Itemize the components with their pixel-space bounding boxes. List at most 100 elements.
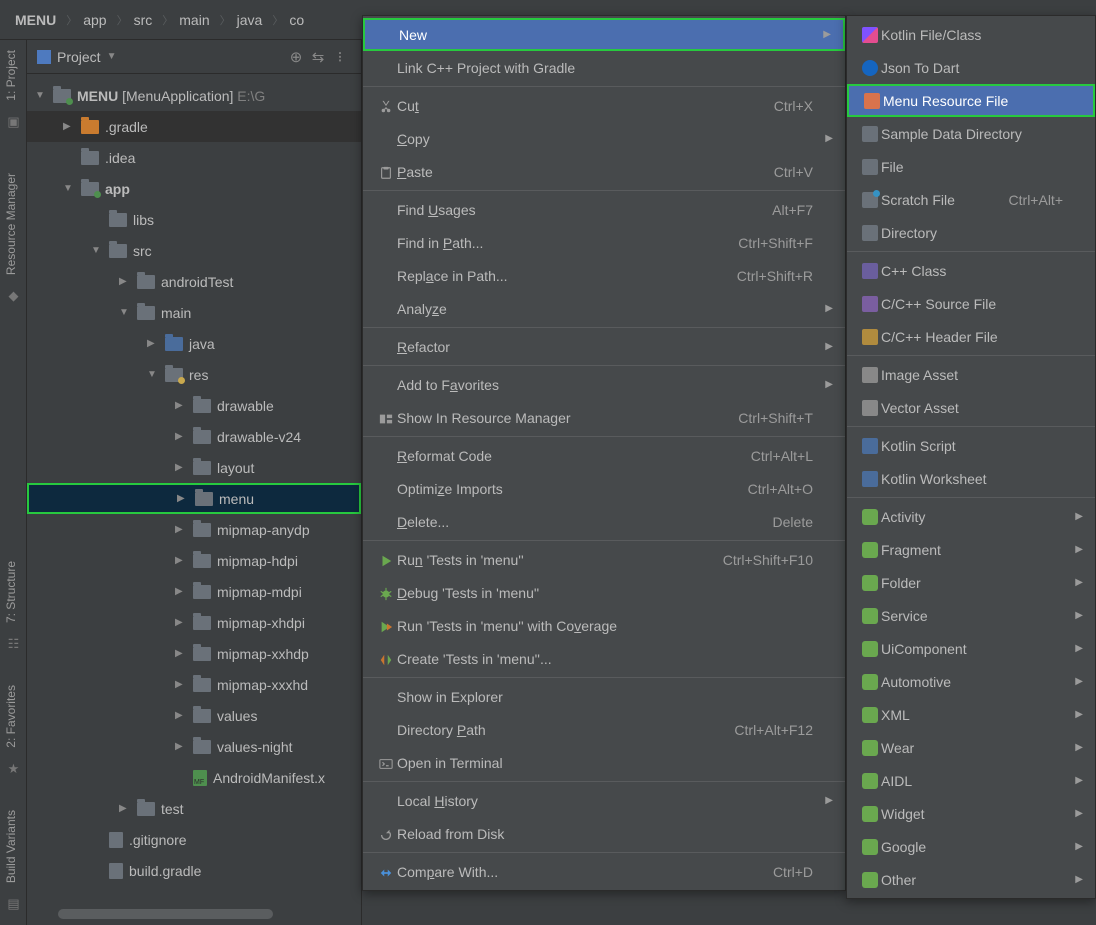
chevron-down-icon[interactable] (35, 90, 49, 101)
submenu-item-kotlin-file-class[interactable]: Kotlin File/Class (847, 18, 1095, 51)
settings-icon[interactable]: ⁝ (329, 48, 351, 66)
tree-item-menu[interactable]: MENU [MenuApplication] E:\G (27, 80, 361, 111)
menu-item-show-in-resource-manager[interactable]: Show In Resource ManagerCtrl+Shift+T (363, 401, 845, 434)
submenu-item-widget[interactable]: Widget (847, 797, 1095, 830)
submenu-item-file[interactable]: File (847, 150, 1095, 183)
tree-item-drawable[interactable]: drawable (27, 390, 361, 421)
submenu-item-kotlin-script[interactable]: Kotlin Script (847, 429, 1095, 462)
tree-item-src[interactable]: src (27, 235, 361, 266)
collapse-icon[interactable]: ⇆ (307, 48, 329, 66)
menu-item--delete-[interactable]: Delete...Delete (363, 505, 845, 538)
tree-item--gradle[interactable]: .gradle (27, 111, 361, 142)
submenu-item-activity[interactable]: Activity (847, 500, 1095, 533)
menu-item-analy-ze[interactable]: Analyze (363, 292, 845, 325)
tree-item-drawable-v24[interactable]: drawable-v24 (27, 421, 361, 452)
tree-item-libs[interactable]: libs (27, 204, 361, 235)
menu-item--reformat-code[interactable]: Reformat CodeCtrl+Alt+L (363, 439, 845, 472)
tree-item-mipmap-hdpi[interactable]: mipmap-hdpi (27, 545, 361, 576)
menu-item--refactor[interactable]: Refactor (363, 330, 845, 363)
submenu-item-scratch-file[interactable]: Scratch FileCtrl+Alt+ (847, 183, 1095, 216)
build-icon[interactable]: ▤ (0, 893, 27, 915)
tree-item-mipmap-xxhdp[interactable]: mipmap-xxhdp (27, 638, 361, 669)
chevron-right-icon[interactable] (175, 462, 189, 473)
submenu-item-folder[interactable]: Folder (847, 566, 1095, 599)
breadcrumb-item[interactable]: co (289, 12, 304, 28)
chevron-right-icon[interactable] (175, 586, 189, 597)
chevron-right-icon[interactable] (175, 679, 189, 690)
horizontal-scrollbar[interactable] (54, 909, 361, 919)
tree-item-androidtest[interactable]: androidTest (27, 266, 361, 297)
folder-icon[interactable]: ▣ (0, 111, 27, 133)
submenu-item-json-to-dart[interactable]: Json To Dart (847, 51, 1095, 84)
chevron-right-icon[interactable] (175, 741, 189, 752)
tool-resource-manager[interactable]: Resource Manager (0, 163, 26, 285)
submenu-item-aidl[interactable]: AIDL (847, 764, 1095, 797)
submenu-item-menu-resource-file[interactable]: Menu Resource File (847, 84, 1095, 117)
menu-item-open-in-terminal[interactable]: Open in Terminal (363, 746, 845, 779)
chevron-down-icon[interactable] (91, 245, 105, 256)
menu-item-find-usages[interactable]: Find UsagesAlt+F7 (363, 193, 845, 226)
breadcrumb-item[interactable]: src (134, 12, 153, 28)
chevron-right-icon[interactable] (175, 524, 189, 535)
submenu-item-c-class[interactable]: C++ Class (847, 254, 1095, 287)
tree-item-app[interactable]: app (27, 173, 361, 204)
resource-icon[interactable]: ◆ (0, 285, 27, 307)
menu-item--paste[interactable]: PasteCtrl+V (363, 155, 845, 188)
submenu-item-google[interactable]: Google (847, 830, 1095, 863)
menu-item-cu-t[interactable]: CutCtrl+X (363, 89, 845, 122)
submenu-item-kotlin-worksheet[interactable]: Kotlin Worksheet (847, 462, 1095, 495)
tree-item-layout[interactable]: layout (27, 452, 361, 483)
chevron-right-icon[interactable] (175, 648, 189, 659)
tree-item--gitignore[interactable]: .gitignore (27, 824, 361, 855)
breadcrumb-item[interactable]: java (237, 12, 263, 28)
tree-item-values[interactable]: values (27, 700, 361, 731)
menu-item--copy[interactable]: Copy (363, 122, 845, 155)
tree-item--idea[interactable]: .idea (27, 142, 361, 173)
menu-item-run-tests-in-menu-with-co-verage[interactable]: Run 'Tests in 'menu'' with Coverage (363, 609, 845, 642)
menu-item-directory-path[interactable]: Directory PathCtrl+Alt+F12 (363, 713, 845, 746)
tool-favorites[interactable]: 2: Favorites (0, 675, 26, 758)
tool-build-variants[interactable]: Build Variants (0, 800, 26, 893)
tree-item-res[interactable]: res (27, 359, 361, 390)
locate-icon[interactable]: ⊕ (285, 48, 307, 66)
chevron-down-icon[interactable] (147, 369, 161, 380)
submenu-item-other[interactable]: Other (847, 863, 1095, 896)
submenu-item-c-c-header-file[interactable]: C/C++ Header File (847, 320, 1095, 353)
menu-item-local-history[interactable]: Local History (363, 784, 845, 817)
tree-item-main[interactable]: main (27, 297, 361, 328)
chevron-right-icon[interactable] (175, 400, 189, 411)
menu-item-ru-n-tests-in-menu-[interactable]: Run 'Tests in 'menu''Ctrl+Shift+F10 (363, 543, 845, 576)
tree-item-test[interactable]: test (27, 793, 361, 824)
project-selector[interactable]: Project ▼ (37, 49, 116, 65)
tree-item-java[interactable]: java (27, 328, 361, 359)
tree-item-androidmanifest-x[interactable]: AndroidManifest.x (27, 762, 361, 793)
chevron-right-icon[interactable] (119, 276, 133, 287)
star-icon[interactable]: ★ (0, 758, 27, 780)
menu-item-find-in-path-[interactable]: Find in Path...Ctrl+Shift+F (363, 226, 845, 259)
tree-item-mipmap-anydp[interactable]: mipmap-anydp (27, 514, 361, 545)
chevron-right-icon[interactable] (119, 803, 133, 814)
chevron-right-icon[interactable] (175, 617, 189, 628)
tree-item-build-gradle[interactable]: build.gradle (27, 855, 361, 886)
submenu-item-vector-asset[interactable]: Vector Asset (847, 391, 1095, 424)
menu-item-show-in-explorer[interactable]: Show in Explorer (363, 680, 845, 713)
menu-item-new[interactable]: New (363, 18, 845, 51)
chevron-down-icon[interactable] (119, 307, 133, 318)
tree-item-menu[interactable]: menu (27, 483, 361, 514)
chevron-right-icon[interactable] (175, 431, 189, 442)
submenu-item-image-asset[interactable]: Image Asset (847, 358, 1095, 391)
chevron-right-icon[interactable] (175, 555, 189, 566)
menu-item-add-to-f-avorites[interactable]: Add to Favorites (363, 368, 845, 401)
menu-item-create-tests-in-menu-[interactable]: Create 'Tests in 'menu''... (363, 642, 845, 675)
tool-project[interactable]: 1: Project (0, 40, 26, 111)
submenu-item-directory[interactable]: Directory (847, 216, 1095, 249)
menu-item-com-pare-with-[interactable]: Compare With...Ctrl+D (363, 855, 845, 888)
submenu-item-c-c-source-file[interactable]: C/C++ Source File (847, 287, 1095, 320)
menu-item-optimi-ze-imports[interactable]: Optimize ImportsCtrl+Alt+O (363, 472, 845, 505)
tree-item-mipmap-xxxhd[interactable]: mipmap-xxxhd (27, 669, 361, 700)
scrollbar-thumb[interactable] (58, 909, 273, 919)
breadcrumb-item[interactable]: main (179, 12, 209, 28)
submenu-item-fragment[interactable]: Fragment (847, 533, 1095, 566)
menu-item-reload-from-disk[interactable]: Reload from Disk (363, 817, 845, 850)
submenu-item-uicomponent[interactable]: UiComponent (847, 632, 1095, 665)
